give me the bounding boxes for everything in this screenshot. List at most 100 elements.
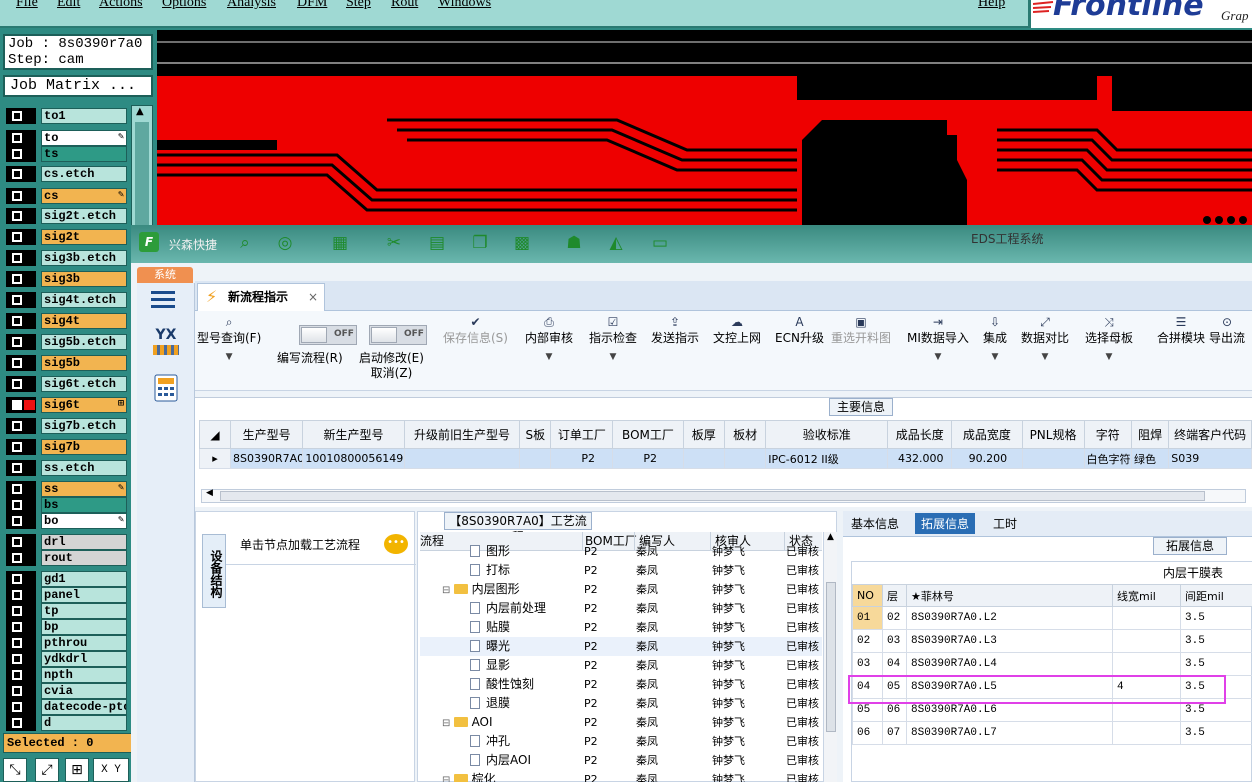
hamburger-menu-icon[interactable] (151, 291, 175, 309)
checkbox-icon[interactable] (12, 622, 22, 632)
tree-row[interactable]: 显影 P2 秦凤 钟梦飞 已审核 (420, 656, 822, 675)
tree-node[interactable]: ⊟ AOI (442, 713, 493, 733)
table-cell[interactable]: 432.000 (887, 448, 953, 469)
menu-help[interactable]: Help (978, 0, 1005, 11)
layer-row[interactable]: sig3b.etch (4, 250, 127, 266)
column-header[interactable]: 成品宽度 (951, 420, 1023, 449)
checkbox-icon[interactable] (12, 169, 22, 179)
layer-row[interactable]: npth (4, 667, 127, 683)
table-cell[interactable]: 8S0390R7A0.L6 (906, 698, 1113, 722)
layer-row[interactable]: ss.etch (4, 460, 127, 476)
layer-row[interactable]: sig3b (4, 271, 127, 287)
layer-name[interactable]: ts (41, 146, 127, 162)
layer-checkbox[interactable] (6, 313, 36, 329)
column-header[interactable]: ★菲林号 (906, 584, 1113, 607)
checkbox-icon[interactable] (12, 702, 22, 712)
ribbon-button[interactable]: ☰ 合拼模块 (1157, 315, 1205, 387)
layer-name[interactable]: sig3b (41, 271, 127, 287)
layer-checkbox[interactable] (6, 130, 36, 146)
tree-node[interactable]: 显影 (470, 656, 510, 675)
column-header[interactable]: NO (852, 584, 883, 607)
layer-name[interactable]: cs ✎ (41, 188, 127, 204)
layer-row[interactable]: d (4, 715, 127, 731)
checkbox-icon[interactable] (12, 111, 22, 121)
table-cell[interactable]: 07 (882, 721, 907, 745)
checkbox-icon[interactable] (12, 442, 22, 452)
tab-extension-info[interactable]: 拓展信息 (915, 513, 976, 534)
layer-checkbox[interactable] (6, 418, 36, 434)
equipment-structure-tab[interactable]: 设备结构 (202, 534, 226, 608)
table-cell[interactable]: 3.5 (1180, 721, 1252, 745)
checkbox-icon[interactable] (12, 590, 22, 600)
layer-checkbox[interactable] (6, 355, 36, 371)
layer-checkbox[interactable] (6, 166, 36, 182)
tree-node[interactable]: 退膜 (470, 694, 510, 713)
column-header[interactable]: 字符 (1083, 420, 1133, 449)
table-cell[interactable] (519, 448, 552, 469)
graphic-canvas[interactable] (157, 30, 1252, 230)
checkbox-icon[interactable] (12, 274, 22, 284)
layer-checkbox[interactable] (6, 550, 36, 566)
tree-row[interactable]: 打标 P2 秦凤 钟梦飞 已审核 (420, 561, 822, 580)
table-cell[interactable]: S039 (1168, 448, 1252, 469)
layer-name[interactable]: sig6t.etch (41, 376, 127, 392)
process-scrollbar[interactable]: ▲ (823, 532, 837, 782)
expand-toggle-icon[interactable]: ⊟ (442, 718, 454, 729)
ribbon-button[interactable]: ⇥ MI数据导入 ▼ (907, 315, 969, 387)
column-header[interactable]: 成品长度 (887, 420, 953, 449)
layer-name[interactable]: to ✎ (41, 130, 127, 146)
layer-row[interactable]: sig7b.etch (4, 418, 127, 434)
table-cell[interactable]: 02 (852, 629, 883, 653)
ribbon-button[interactable]: ⇪ 发送指示 (651, 315, 699, 387)
tree-row[interactable]: 曝光 P2 秦凤 钟梦飞 已审核 (420, 637, 822, 656)
menu-rout[interactable]: Rout (391, 0, 418, 11)
table-cell[interactable]: 01 (852, 606, 883, 630)
layer-row[interactable]: ss ✎ (4, 481, 127, 497)
layer-name[interactable]: sig4t.etch (41, 292, 127, 308)
table-cell[interactable]: IPC-6012 II级 (765, 448, 889, 469)
layer-checkbox[interactable] (6, 229, 36, 245)
checkbox-icon[interactable] (12, 133, 22, 143)
layer-name[interactable]: rout (41, 550, 127, 566)
chart-icon[interactable]: ◭ (605, 233, 627, 253)
layer-name[interactable]: pthrou (41, 635, 127, 651)
layer-name[interactable]: sig2t.etch (41, 208, 127, 224)
layer-checkbox[interactable] (6, 250, 36, 266)
column-header[interactable]: 验收标准 (765, 420, 889, 449)
ribbon-button[interactable]: ⊙ 导出流 (1209, 315, 1245, 387)
layer-name[interactable]: bp (41, 619, 127, 635)
table-cell[interactable]: 4 (1112, 675, 1181, 699)
side-tab-system[interactable]: 系统 (137, 267, 193, 283)
layer-row[interactable]: rout (4, 550, 127, 566)
tree-node[interactable]: 贴膜 (470, 618, 510, 637)
layer-row[interactable]: bo ✎ (4, 513, 127, 529)
table-cell[interactable]: 03 (882, 629, 907, 653)
column-header[interactable]: BOM工厂 (612, 420, 684, 449)
column-header[interactable]: 阻焊 (1131, 420, 1170, 449)
tree-row[interactable]: 内层前处理 P2 秦凤 钟梦飞 已审核 (420, 599, 822, 618)
yx-factory-icon[interactable]: YX (149, 327, 183, 361)
scroll-thumb[interactable] (826, 582, 836, 732)
layer-checkbox[interactable] (6, 603, 36, 619)
table-cell[interactable]: 05 (882, 675, 907, 699)
menu-options[interactable]: Options (162, 0, 206, 11)
layer-name[interactable]: datecode-ptc (41, 699, 127, 715)
calculator-icon[interactable] (149, 373, 183, 407)
table-row[interactable]: 02 03 8S0390R7A0.L3 3.5 (852, 629, 1252, 653)
menu-edit[interactable]: Edit (57, 0, 80, 11)
tree-row[interactable]: 酸性蚀刻 P2 秦凤 钟梦飞 已审核 (420, 675, 822, 694)
table-cell[interactable]: 3.5 (1180, 698, 1252, 722)
layer-row[interactable]: cvia (4, 683, 127, 699)
table-cell[interactable] (403, 448, 521, 469)
table-cell[interactable] (1112, 629, 1181, 653)
checkbox-icon[interactable] (12, 421, 22, 431)
dropdown-arrow-icon[interactable]: ▼ (197, 352, 261, 362)
layer-name[interactable]: ss ✎ (41, 481, 127, 497)
layer-row[interactable]: sig2t (4, 229, 127, 245)
tab-basic-info[interactable]: 基本信息 (851, 515, 899, 532)
layer-row[interactable]: bs (4, 497, 127, 513)
tree-node[interactable]: ⊟ 棕化 (442, 770, 496, 782)
ribbon-button[interactable]: ⌕ 型号查询(F) ▼ (197, 315, 261, 387)
table-row[interactable]: 04 05 8S0390R7A0.L5 4 3.5 (852, 675, 1252, 699)
table-cell[interactable]: 8S0390R7A0.L4 (906, 652, 1113, 676)
